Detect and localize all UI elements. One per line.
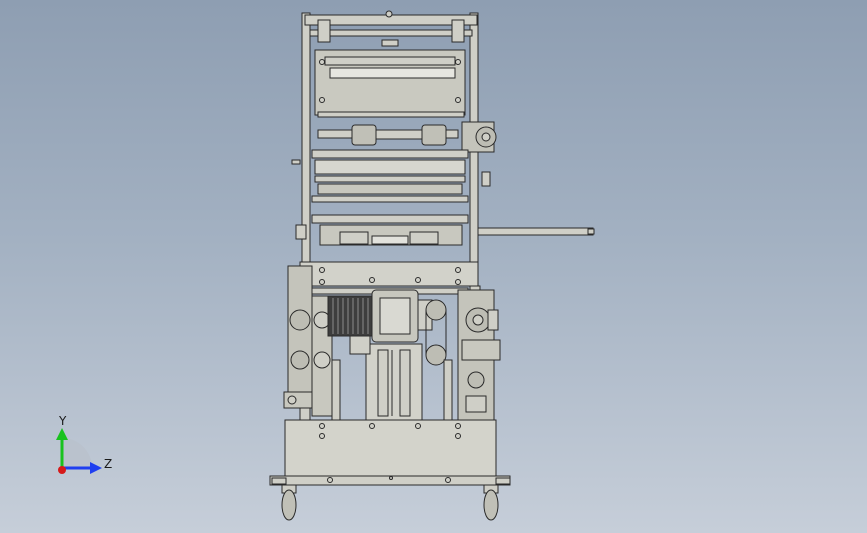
triad-quadrant [62,438,92,468]
cad-graphics-viewport[interactable]: Y Z [0,0,867,533]
center-column [365,343,423,421]
y-axis-label: Y [58,414,67,428]
machine-assembly-model[interactable] [0,0,867,533]
z-axis-arrow [90,462,102,474]
caster-right-wheel [483,489,499,521]
middle-beam [299,261,479,287]
z-axis-label: Z [104,457,112,471]
extended-arm [477,227,594,236]
top-rail [309,29,473,37]
left-drive-plate [287,265,313,397]
x-axis-dot [58,466,66,474]
y-axis-arrow [56,428,68,440]
base-cabinet [284,419,497,477]
drive-motor-body [327,295,375,337]
caster-left-wheel [281,489,297,521]
coordinate-triad: Y Z [56,414,112,474]
